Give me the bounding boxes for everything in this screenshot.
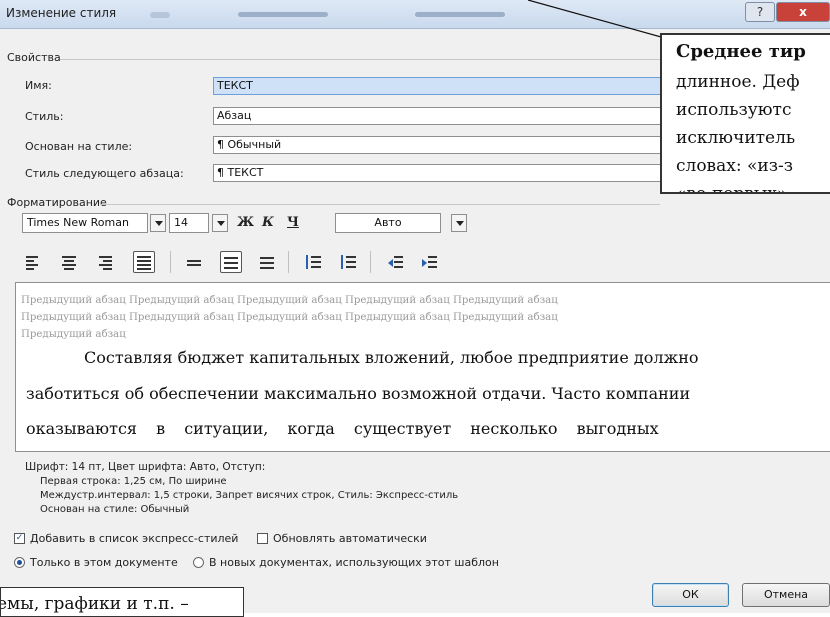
callout-heading: Среднее тир [676,41,806,62]
callout-line: «во-первых» [676,184,788,194]
footnote-text: емы, графики и т.п. – [0,594,189,614]
callout-line: длинное. Деф [676,72,800,92]
callout-line: используютс [676,100,792,120]
callout-line: словах: «из-з [676,156,793,176]
slide-callout-box: Среднее тир длинное. Деф используютс иск… [660,33,830,194]
callout-line: исключитель [676,128,796,148]
